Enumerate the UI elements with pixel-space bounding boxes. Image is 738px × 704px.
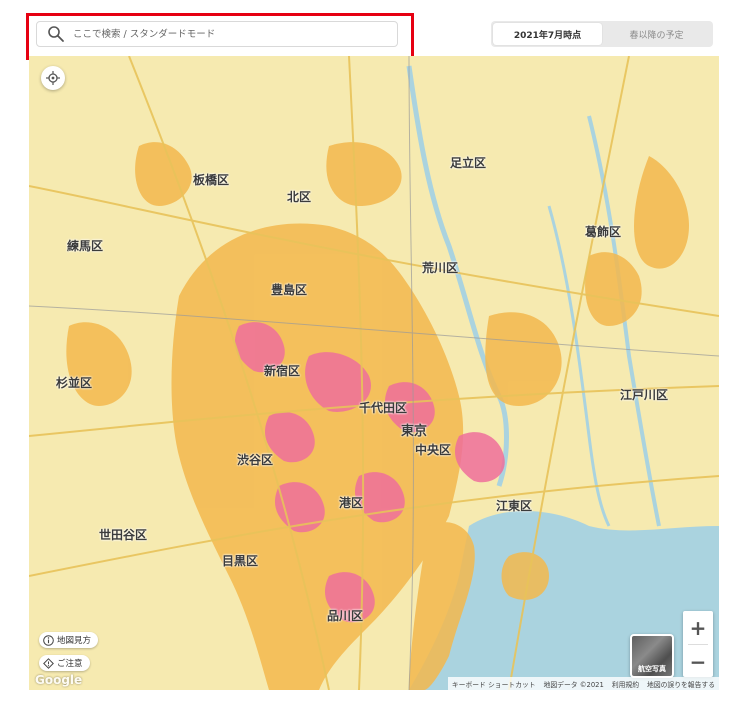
search-input[interactable] — [71, 27, 375, 41]
caution-label: ご注意 — [57, 659, 83, 669]
zoom-in-button[interactable]: + — [683, 611, 713, 644]
search-icon — [48, 26, 64, 42]
label-shinagawa: 品川区 — [327, 609, 364, 623]
report-error-link[interactable]: 地図の誤りを報告する — [643, 679, 719, 689]
label-meguro: 目黒区 — [222, 554, 259, 568]
aerial-photo-label: 航空写真 — [638, 665, 666, 673]
label-chiyoda: 千代田区 — [359, 401, 408, 415]
aerial-photo-toggle[interactable]: 航空写真 — [630, 634, 674, 678]
label-tokyo: 東京 — [401, 424, 428, 439]
period-toggle: 2021年7月時点 春以降の予定 — [491, 21, 713, 47]
label-itabashi: 板橋区 — [193, 173, 230, 187]
top-bar: 2021年7月時点 春以降の予定 — [0, 0, 738, 62]
map-canvas — [29, 56, 719, 690]
label-minato: 港区 — [339, 496, 364, 510]
period-current-tab[interactable]: 2021年7月時点 — [493, 23, 602, 45]
label-nerima: 練馬区 — [67, 239, 104, 253]
google-logo: Google — [35, 673, 83, 687]
label-edogawa: 江戸川区 — [620, 388, 669, 402]
warning-icon — [43, 657, 54, 669]
map-view-guide-label: 地図見方 — [57, 636, 92, 646]
map-view-guide-button[interactable]: 地図見方 — [39, 632, 99, 648]
label-shibuya: 渋谷区 — [237, 453, 274, 467]
label-koto: 江東区 — [496, 499, 533, 513]
label-shinjuku: 新宿区 — [264, 364, 301, 378]
keyboard-shortcuts-link[interactable]: キーボード ショートカット — [448, 679, 540, 689]
zoom-out-button[interactable]: − — [683, 645, 713, 678]
map-data-credit: 地図データ ©2021 — [543, 680, 604, 689]
terms-link[interactable]: 利用規約 — [608, 679, 643, 689]
search-box[interactable] — [36, 21, 398, 47]
crosshair-icon — [46, 71, 60, 85]
label-chuo: 中央区 — [415, 443, 452, 457]
label-adachi: 足立区 — [450, 156, 487, 170]
label-kita: 北区 — [287, 190, 312, 204]
label-arakawa: 荒川区 — [422, 261, 459, 275]
coverage-map[interactable]: 北区 板橋区 足立区 葛飾区 練馬区 豊島区 荒川区 杉並区 新宿区 千代田区 … — [29, 56, 719, 690]
period-future-tab[interactable]: 春以降の予定 — [602, 23, 711, 45]
label-setagaya: 世田谷区 — [99, 528, 148, 542]
info-icon — [43, 634, 54, 646]
caution-button[interactable]: ご注意 — [39, 655, 90, 671]
label-katsushika: 葛飾区 — [585, 225, 622, 239]
locate-button[interactable] — [41, 66, 65, 90]
map-footer: キーボード ショートカット 地図データ ©2021 利用規約 地図の誤りを報告す… — [447, 677, 719, 690]
label-suginami: 杉並区 — [56, 376, 93, 390]
label-toshima: 豊島区 — [271, 283, 308, 297]
zoom-control: + − — [683, 611, 713, 677]
